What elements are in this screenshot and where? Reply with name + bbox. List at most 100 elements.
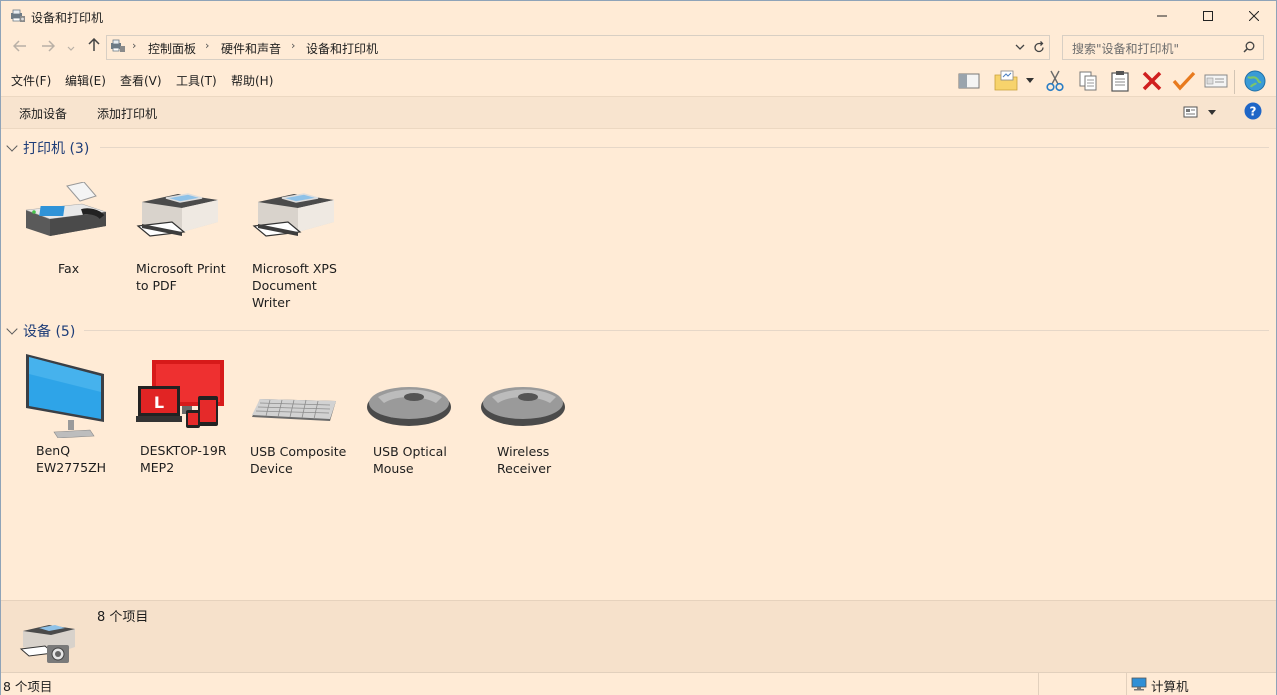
status-location: 计算机 xyxy=(1151,679,1189,694)
toolbar-divider xyxy=(1234,70,1235,94)
device-label: USB Composite xyxy=(250,444,347,459)
close-button[interactable] xyxy=(1231,1,1277,31)
device-label: MEP2 xyxy=(140,460,175,475)
device-label: Microsoft XPS xyxy=(252,261,337,276)
device-item-fax[interactable]: Fax xyxy=(22,180,122,280)
chevron-down-icon xyxy=(6,323,18,335)
title-bar: 设备和打印机 xyxy=(1,1,1276,31)
back-button[interactable] xyxy=(10,38,30,58)
menu-tools[interactable]: 工具(T) xyxy=(176,72,217,89)
menu-edit[interactable]: 编辑(E) xyxy=(65,72,106,89)
device-item-microsoft-xps-document-writer[interactable]: Microsoft XPS Document Writer xyxy=(252,180,352,315)
chevron-down-icon[interactable] xyxy=(1208,110,1216,115)
mouse-icon xyxy=(481,387,565,426)
device-label: USB Optical xyxy=(373,444,447,459)
printers-group-header[interactable]: 打印机 (3) xyxy=(6,138,90,158)
group-divider xyxy=(100,147,1269,148)
arrow-up-icon xyxy=(88,37,100,51)
menu-help[interactable]: 帮助(H) xyxy=(231,72,273,89)
chevron-down-icon xyxy=(67,46,75,51)
folder-view-icon[interactable] xyxy=(993,68,1019,94)
chevron-down-icon[interactable] xyxy=(1015,44,1025,51)
device-label: Writer xyxy=(252,295,291,310)
device-label: Mouse xyxy=(373,461,414,476)
devices-printers-icon xyxy=(19,625,75,663)
search-box[interactable]: 搜索"设备和打印机" xyxy=(1062,35,1264,60)
devices-group-header[interactable]: 设备 (5) xyxy=(6,321,76,341)
computer-icon xyxy=(1131,677,1147,691)
forward-button[interactable] xyxy=(38,38,58,58)
maximize-button[interactable] xyxy=(1185,1,1231,31)
menu-view[interactable]: 查看(V) xyxy=(120,72,162,89)
device-item-wireless-receiver[interactable]: Wireless Receiver xyxy=(480,383,580,478)
breadcrumb-separator-icon: › xyxy=(291,39,296,52)
details-pane: 8 个项目 xyxy=(1,600,1276,673)
recent-locations-button[interactable] xyxy=(64,38,78,58)
status-item-count: 8 个项目 xyxy=(3,679,53,694)
device-item-benq-monitor[interactable]: BenQ EW2775ZH xyxy=(24,352,124,482)
minimize-icon xyxy=(1157,15,1167,17)
keyboard-icon xyxy=(252,399,336,421)
details-summary: 8 个项目 xyxy=(97,610,149,625)
add-device-button[interactable]: 添加设备 xyxy=(19,105,67,122)
window-title: 设备和打印机 xyxy=(31,11,104,25)
properties-icon[interactable] xyxy=(1203,68,1229,94)
computer-icon: L xyxy=(136,360,224,428)
breadcrumb-control-panel[interactable]: 控制面板 xyxy=(148,40,196,57)
device-item-usb-optical-mouse[interactable]: USB Optical Mouse xyxy=(366,383,466,478)
device-label: Wireless xyxy=(497,444,550,459)
add-printer-button[interactable]: 添加打印机 xyxy=(97,105,157,122)
monitor-icon xyxy=(26,354,104,438)
device-label: Fax xyxy=(58,261,80,276)
arrow-left-icon xyxy=(12,40,26,52)
printer-icon xyxy=(136,193,218,237)
breadcrumb-separator-icon: › xyxy=(205,39,210,52)
printers-group-title: 打印机 (3) xyxy=(23,141,90,157)
device-item-desktop-computer[interactable]: L DESKTOP-19R MEP2 xyxy=(136,358,236,483)
paste-icon[interactable] xyxy=(1107,68,1133,94)
devices-group-title: 设备 (5) xyxy=(23,324,76,340)
control-panel-icon xyxy=(111,39,125,52)
device-label: Microsoft Print xyxy=(136,261,226,276)
copy-icon[interactable] xyxy=(1075,68,1101,94)
mouse-icon xyxy=(367,387,451,426)
printer-icon xyxy=(252,193,334,237)
command-bar: 添加设备 添加打印机 ? xyxy=(1,96,1276,129)
device-label: Receiver xyxy=(497,461,552,476)
status-bar: 8 个项目 计算机 xyxy=(1,672,1276,695)
view-options-icon[interactable] xyxy=(1183,106,1199,118)
device-label: BenQ xyxy=(36,443,71,458)
help-icon[interactable]: ? xyxy=(1244,102,1262,120)
preview-pane-icon[interactable] xyxy=(956,68,982,94)
chevron-down-icon xyxy=(6,140,18,152)
breadcrumb-separator-icon: › xyxy=(132,39,137,52)
address-bar[interactable]: › 控制面板 › 硬件和声音 › 设备和打印机 xyxy=(106,35,1050,60)
device-label: Document xyxy=(252,278,317,293)
breadcrumb-hardware-sound[interactable]: 硬件和声音 xyxy=(221,40,281,57)
devices-printers-icon xyxy=(11,9,25,22)
up-button[interactable] xyxy=(84,37,104,58)
chevron-down-icon[interactable] xyxy=(1026,78,1034,84)
internet-icon[interactable] xyxy=(1242,68,1268,94)
breadcrumb-devices-printers[interactable]: 设备和打印机 xyxy=(306,40,378,57)
maximize-icon xyxy=(1203,11,1213,21)
search-placeholder: 搜索"设备和打印机" xyxy=(1072,42,1180,56)
cut-icon[interactable] xyxy=(1042,68,1068,94)
group-divider xyxy=(84,330,1269,331)
device-label: EW2775ZH xyxy=(36,460,107,475)
device-item-microsoft-print-to-pdf[interactable]: Microsoft Print to PDF xyxy=(136,180,236,300)
device-label: to PDF xyxy=(136,278,177,293)
svg-text:?: ? xyxy=(1250,105,1257,119)
status-divider xyxy=(1126,673,1127,695)
delete-icon[interactable] xyxy=(1139,68,1165,94)
search-icon[interactable] xyxy=(1243,41,1255,53)
minimize-button[interactable] xyxy=(1139,1,1185,31)
fax-icon xyxy=(25,182,107,236)
arrow-right-icon xyxy=(42,40,56,52)
device-item-usb-composite-device[interactable]: USB Composite Device xyxy=(250,395,350,480)
checkmark-icon[interactable] xyxy=(1171,68,1197,94)
device-label: DESKTOP-19R xyxy=(140,443,227,458)
menu-file[interactable]: 文件(F) xyxy=(11,72,51,89)
refresh-icon[interactable] xyxy=(1033,41,1045,54)
svg-text:L: L xyxy=(154,393,164,412)
